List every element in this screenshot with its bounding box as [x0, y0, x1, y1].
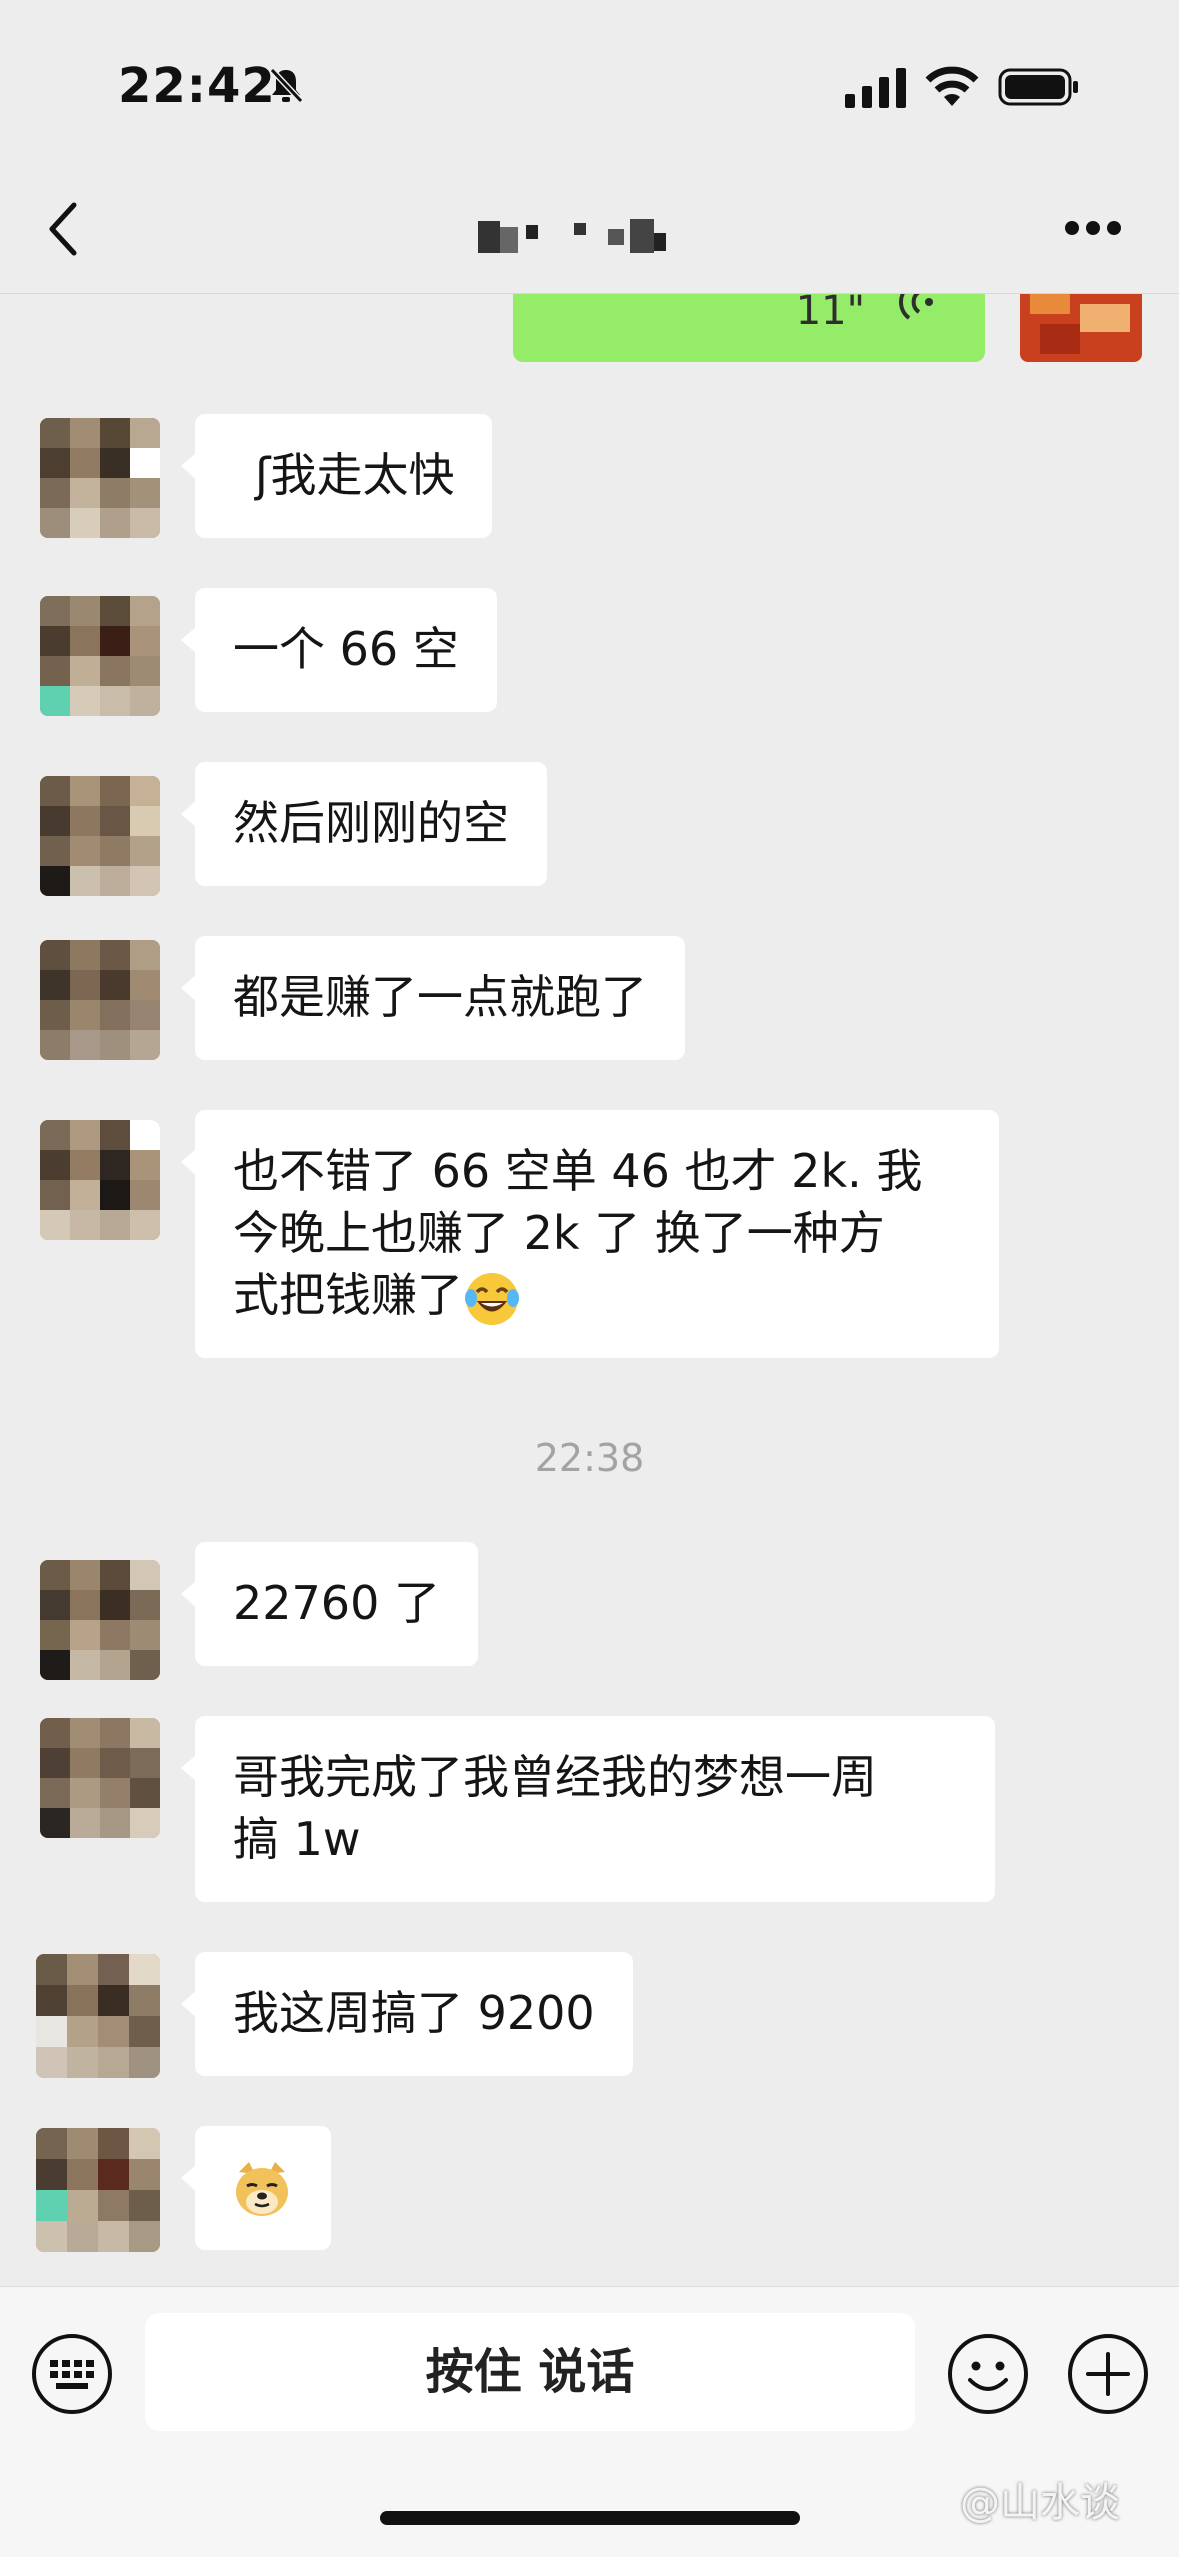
- received-message[interactable]: 都是赚了一点就跑了: [181, 936, 685, 1060]
- battery-icon: [998, 68, 1078, 106]
- wifi-icon: [925, 66, 979, 106]
- status-time: 22:42: [118, 58, 276, 114]
- ellipsis-icon[interactable]: [1063, 219, 1123, 237]
- chat-nav-bar: [0, 175, 1179, 294]
- tears-of-joy-emoji-icon: [465, 1272, 519, 1325]
- chat-timestamp: 22:38: [534, 1436, 645, 1480]
- received-message[interactable]: [181, 2126, 331, 2250]
- cellular-signal-icon: [845, 68, 906, 108]
- chat-title-pixelated: [478, 219, 666, 253]
- received-message[interactable]: 然后刚刚的空: [181, 762, 547, 886]
- contact-avatar[interactable]: [36, 2128, 160, 2252]
- message-list[interactable]: 11" ʃ我走太快 一个 66 空 然后刚刚的空 都是赚了一点就跑了 也不错了 …: [0, 294, 1179, 2284]
- contact-avatar[interactable]: [40, 596, 160, 716]
- status-bar: 22:42: [0, 0, 1179, 175]
- contact-avatar[interactable]: [40, 940, 160, 1060]
- received-message[interactable]: ʃ我走太快: [180, 414, 493, 538]
- received-message[interactable]: 我这周搞了 9200: [181, 1952, 633, 2076]
- contact-avatar[interactable]: [40, 776, 160, 896]
- contact-avatar[interactable]: [40, 1718, 160, 1838]
- chevron-left-icon[interactable]: [44, 197, 84, 261]
- plus-icon[interactable]: [1066, 2332, 1150, 2416]
- hold-to-talk-button[interactable]: 按住 说话: [145, 2313, 915, 2431]
- received-message[interactable]: 也不错了 66 空单 46 也才 2k. 我 今晚上也赚了 2k 了 换了一种方…: [181, 1110, 999, 1358]
- voice-duration: 11": [795, 294, 865, 334]
- contact-avatar[interactable]: [40, 418, 160, 538]
- mute-bell-icon: [269, 67, 304, 104]
- keyboard-icon[interactable]: [30, 2332, 114, 2416]
- received-message[interactable]: 哥我完成了我曾经我的梦想一周 搞 1w: [181, 1716, 995, 1902]
- received-message[interactable]: 22760 了: [181, 1542, 478, 1666]
- emoji-icon[interactable]: [946, 2332, 1030, 2416]
- contact-avatar[interactable]: [40, 1120, 160, 1240]
- contact-avatar[interactable]: [36, 1954, 160, 2078]
- watermark-text: @山水谈: [960, 2480, 1120, 2526]
- received-message[interactable]: 一个 66 空: [181, 588, 497, 712]
- my-avatar[interactable]: [1020, 294, 1142, 362]
- sent-voice-message[interactable]: 11": [513, 294, 985, 362]
- doge-sticker-icon: [236, 2162, 288, 2216]
- contact-avatar[interactable]: [40, 1560, 160, 1680]
- home-indicator[interactable]: [380, 2511, 800, 2525]
- voice-wave-icon: [899, 294, 933, 320]
